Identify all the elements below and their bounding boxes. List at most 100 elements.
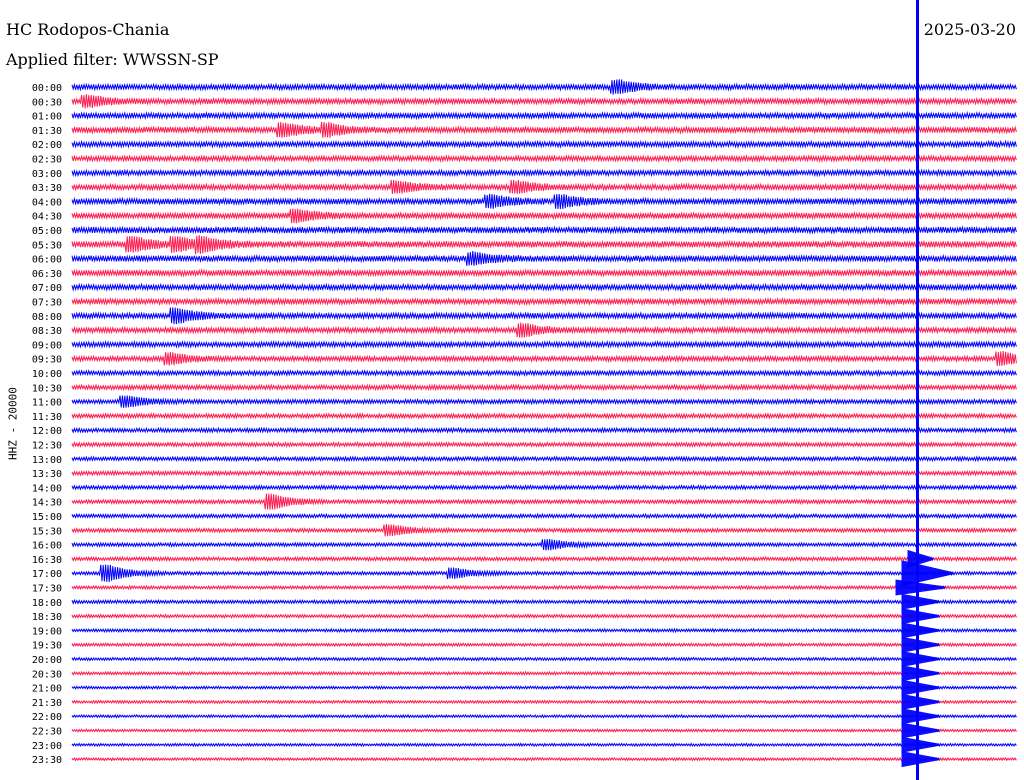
row-label-0500: 05:00 (32, 226, 62, 237)
row-label-0400: 04:00 (32, 197, 62, 208)
trace-row-1030 (71, 383, 1017, 392)
row-label-0230: 02:30 (32, 155, 62, 166)
row-label-0430: 04:30 (32, 212, 62, 223)
trace-row-1400 (71, 483, 1017, 491)
trace-row-0900 (71, 339, 1017, 349)
row-label-0000: 00:00 (32, 83, 62, 94)
event-envelope-row-1930 (901, 636, 940, 653)
row-label-1200: 12:00 (32, 426, 62, 437)
row-label-0330: 03:30 (32, 183, 62, 194)
event-envelope-row-2000 (901, 651, 940, 667)
row-label-0830: 08:30 (32, 326, 62, 337)
trace-row-1100 (71, 395, 1017, 408)
event-envelope-row-2230 (901, 722, 940, 739)
trace-row-1430 (71, 493, 1017, 510)
trace-row-1330 (71, 469, 1017, 477)
trace-row-2230 (71, 728, 1017, 733)
trace-row-0530 (71, 235, 1017, 255)
trace-row-0000 (71, 79, 1017, 95)
row-label-0300: 03:00 (32, 169, 62, 180)
event-envelope-row-1900 (901, 622, 940, 639)
event-envelope-row-2300 (901, 736, 940, 753)
trace-rows (71, 79, 1017, 762)
trace-row-1830 (71, 613, 1017, 619)
row-label-1300: 13:00 (32, 455, 62, 466)
row-label-1430: 14:30 (32, 498, 62, 509)
trace-row-1900 (71, 627, 1017, 634)
row-labels: 00:00 00:30 01:00 01:30 02:00 02:30 03:00 03:30… (32, 83, 62, 766)
row-label-2000: 20:00 (32, 655, 62, 666)
trace-row-0930 (71, 351, 1017, 367)
trace-row-1300 (71, 455, 1017, 463)
row-label-1330: 13:30 (32, 469, 62, 480)
trace-row-0430 (71, 208, 1017, 224)
trace-row-1600 (71, 539, 1017, 551)
trace-row-1730 (71, 584, 1017, 591)
event-envelope-row-2200 (901, 708, 940, 725)
trace-row-1000 (71, 368, 1017, 378)
trace-row-0130 (71, 121, 1017, 138)
row-label-2330: 23:30 (32, 755, 62, 766)
row-label-1900: 19:00 (32, 626, 62, 637)
row-label-0600: 06:00 (32, 255, 62, 266)
trace-row-0200 (71, 139, 1017, 149)
trace-row-1700 (71, 564, 1017, 582)
event-envelope-row-1800 (901, 593, 940, 610)
trace-row-0600 (71, 251, 1017, 266)
trace-row-1230 (71, 440, 1017, 448)
helicorder-plot: 00:00 00:30 01:00 01:30 02:00 02:30 03:00 03:30… (32, 0, 1017, 780)
row-label-1530: 15:30 (32, 526, 62, 537)
trace-row-0500 (71, 225, 1017, 235)
trace-row-2300 (71, 742, 1017, 748)
row-label-2030: 20:30 (32, 669, 62, 680)
row-label-0730: 07:30 (32, 298, 62, 309)
row-label-0700: 07:00 (32, 283, 62, 294)
row-label-1230: 12:30 (32, 441, 62, 452)
row-label-2130: 21:30 (32, 698, 62, 709)
event-envelope-row-2030 (901, 665, 940, 682)
row-label-2200: 22:00 (32, 712, 62, 723)
row-label-1600: 16:00 (32, 541, 62, 552)
trace-row-1930 (71, 641, 1017, 648)
row-label-2300: 23:00 (32, 741, 62, 752)
row-label-1930: 19:30 (32, 641, 62, 652)
row-label-0130: 01:30 (32, 126, 62, 137)
row-label-1730: 17:30 (32, 584, 62, 595)
trace-row-1500 (71, 512, 1017, 520)
row-label-0200: 02:00 (32, 140, 62, 151)
trace-row-0230 (71, 153, 1017, 164)
row-label-1400: 14:00 (32, 483, 62, 494)
row-label-0030: 00:30 (32, 97, 62, 108)
trace-row-2330 (71, 756, 1017, 762)
row-label-1100: 11:00 (32, 398, 62, 409)
trace-row-1800 (71, 598, 1017, 605)
row-label-0930: 09:30 (32, 355, 62, 366)
event-envelope-row-2130 (901, 693, 940, 710)
event-envelope-row-1830 (901, 608, 940, 625)
row-label-1830: 18:30 (32, 612, 62, 623)
trace-row-0300 (71, 168, 1017, 178)
row-label-1130: 11:30 (32, 412, 62, 423)
row-label-1800: 18:00 (32, 598, 62, 609)
trace-row-0830 (71, 322, 1017, 338)
row-label-0530: 05:30 (32, 240, 62, 251)
row-label-1700: 17:00 (32, 569, 62, 580)
row-label-0630: 06:30 (32, 269, 62, 280)
event-envelope-row-2100 (901, 679, 940, 696)
trace-row-0630 (71, 268, 1017, 278)
row-label-1630: 16:30 (32, 555, 62, 566)
trace-row-0700 (71, 282, 1017, 292)
row-label-0900: 09:00 (32, 340, 62, 351)
trace-row-1630 (71, 555, 1017, 563)
trace-row-2030 (71, 670, 1017, 676)
trace-row-1200 (71, 426, 1017, 434)
trace-row-2200 (71, 713, 1017, 719)
trace-row-2130 (71, 699, 1017, 705)
row-label-1030: 10:30 (32, 383, 62, 394)
trace-row-2000 (71, 656, 1017, 662)
row-label-0100: 01:00 (32, 112, 62, 123)
trace-row-0030 (71, 94, 1017, 109)
trace-row-0330 (71, 179, 1017, 195)
trace-row-0400 (71, 193, 1017, 210)
trace-row-0100 (71, 110, 1017, 121)
